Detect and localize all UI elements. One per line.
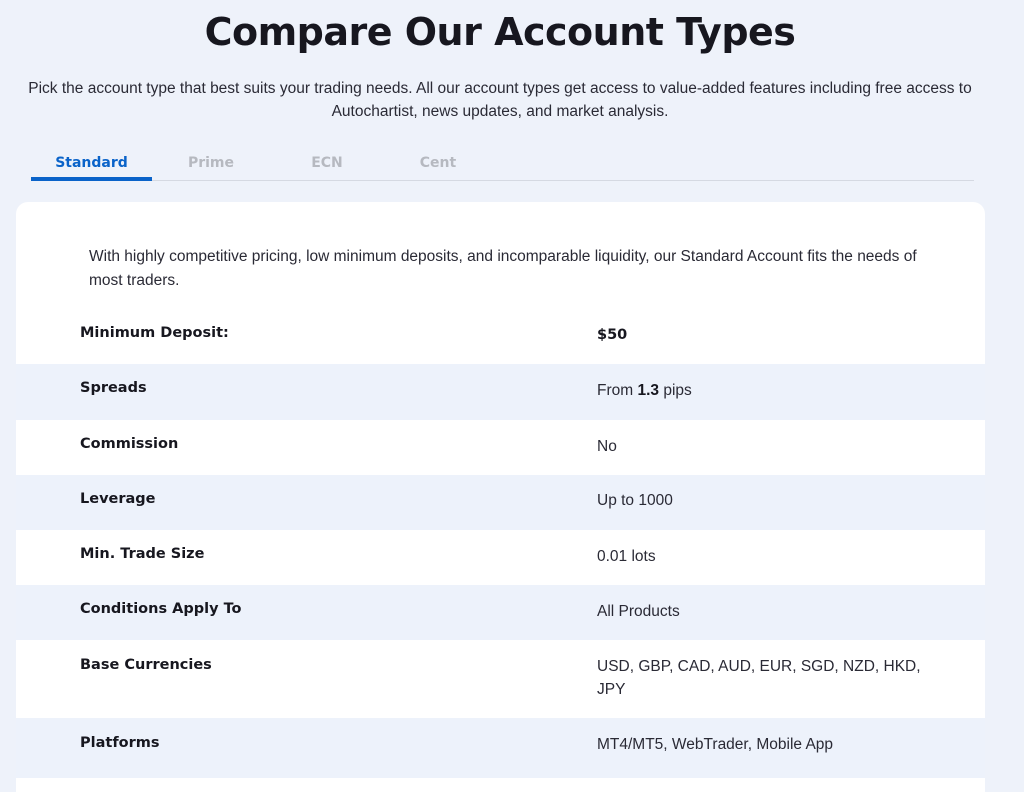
- spec-value: MT4/MT5, WebTrader, Mobile App: [597, 736, 834, 753]
- spec-value: USD, GBP, CAD, AUD, EUR, SGD, NZD, HKD, …: [597, 658, 921, 698]
- spec-label: Commission: [80, 436, 179, 452]
- tab-ecn[interactable]: ECN: [301, 148, 353, 180]
- spec-row-conditions-apply-to: Conditions Apply To All Products: [16, 585, 985, 640]
- tab-cent[interactable]: Cent: [411, 148, 465, 180]
- spec-value: All Products: [597, 603, 680, 620]
- spec-row-minimum-deposit: Minimum Deposit: $50: [16, 310, 985, 364]
- spec-value: $50: [597, 327, 628, 343]
- account-intro: With highly competitive pricing, low min…: [89, 248, 917, 289]
- spec-label: Min. Trade Size: [80, 546, 205, 562]
- account-type-tabs: Standard Prime ECN Cent: [31, 148, 974, 181]
- tab-prime[interactable]: Prime: [181, 148, 241, 180]
- page-title: Compare Our Account Types: [204, 10, 796, 54]
- account-details-card: With highly competitive pricing, low min…: [16, 202, 985, 792]
- spec-label: Spreads: [80, 380, 147, 396]
- spec-label: Leverage: [80, 491, 156, 507]
- spec-value: From 1.3 pips: [597, 382, 692, 399]
- spec-value: No: [597, 438, 617, 455]
- spec-label: Base Currencies: [80, 657, 212, 673]
- spec-value: 0.01 lots: [597, 548, 656, 565]
- spec-row-spreads: Spreads From 1.3 pips: [16, 364, 985, 420]
- spec-label: Conditions Apply To: [80, 601, 242, 617]
- spec-row-commission: Commission No: [16, 420, 985, 475]
- spec-label: Minimum Deposit:: [80, 325, 229, 341]
- spec-row-platforms: Platforms MT4/MT5, WebTrader, Mobile App: [16, 718, 985, 778]
- spec-row-min-trade-size: Min. Trade Size 0.01 lots: [16, 530, 985, 585]
- tab-standard[interactable]: Standard: [31, 148, 152, 181]
- spec-row-base-currencies: Base Currencies USD, GBP, CAD, AUD, EUR,…: [16, 640, 985, 718]
- page-subtitle: Pick the account type that best suits yo…: [28, 80, 972, 120]
- spec-value: Up to 1000: [597, 492, 673, 509]
- spec-label: Platforms: [80, 735, 160, 751]
- spec-row-leverage: Leverage Up to 1000: [16, 475, 985, 530]
